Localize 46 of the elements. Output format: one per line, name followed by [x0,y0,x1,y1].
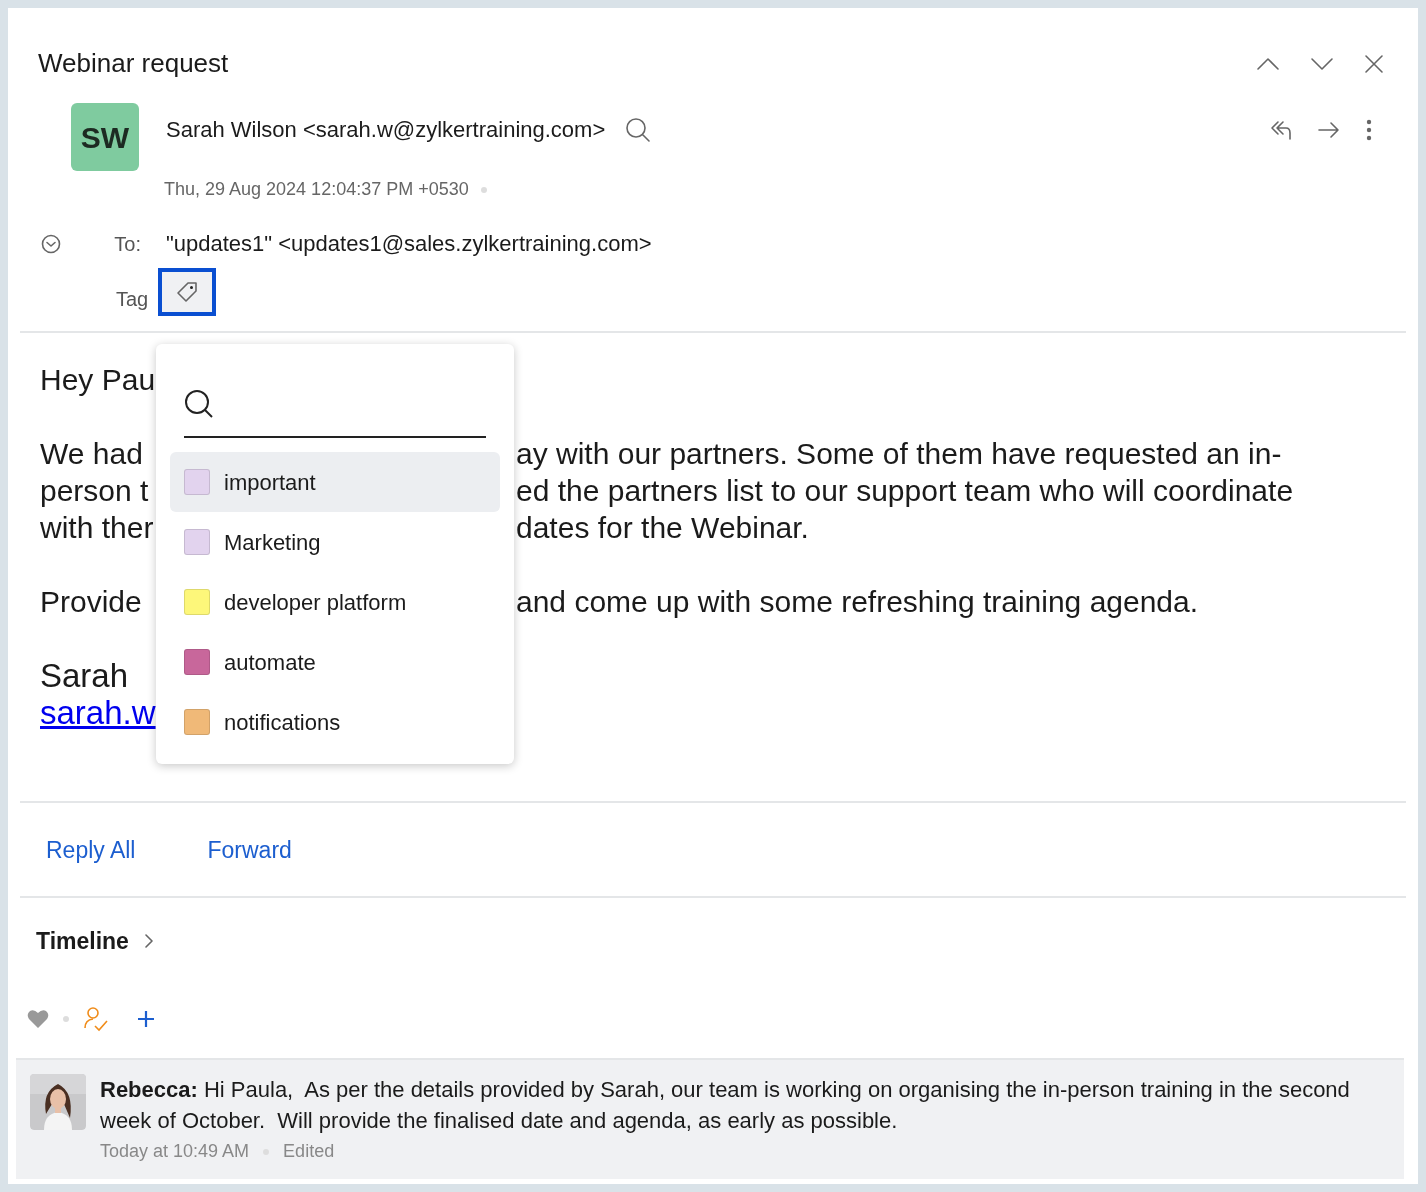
tag-label: Tag [116,287,149,312]
body-text: person t [40,474,149,507]
tag-option[interactable]: notifications [170,692,500,752]
sender-name: Sarah Wilson <sarah.w@zylkertraining.com> [166,116,606,144]
comment-time: Today at 10:49 AM [100,1140,250,1163]
action-link[interactable]: Forward [207,833,292,868]
body-text: Sarah [40,657,129,694]
body-text: dates for the Webinar. [516,510,809,546]
forward-icon[interactable] [1318,120,1340,139]
chevron-right-icon[interactable] [144,933,153,948]
user-check-icon[interactable] [83,1006,109,1032]
recipient: "updates1" <updates1@sales.zylkertraining.com> [166,230,652,258]
body-text: Hey Pau [40,363,156,396]
tag-button[interactable] [158,268,217,316]
comment-text: Rebecca: Hi Paula, As per the details provided by Sarah, our team is working on organising the in-person training in the second week of October. Will provide the finalised date and agenda, as early as possible. [100,1076,1351,1135]
to-label: To: [113,231,141,257]
tag-option[interactable]: important [170,452,500,512]
add-icon[interactable] [137,1010,155,1028]
action-link[interactable]: Reply All [46,833,136,868]
reply-all-icon[interactable] [1270,118,1292,141]
close-icon[interactable] [1364,53,1384,74]
sent-date: Thu, 29 Aug 2024 12:04:37 PM +0530 [164,178,469,201]
timeline-heading: Timeline [36,926,129,956]
tag-icon [176,281,199,303]
more-icon[interactable] [1366,118,1372,141]
chevron-up-icon[interactable] [1256,56,1280,71]
body-text: with ther [40,511,154,544]
separator-dot [63,1016,69,1022]
separator-dot [480,186,487,193]
edited-label: Edited [283,1140,335,1163]
expand-icon[interactable] [41,233,61,254]
body-text: and come up with some refreshing training agenda. [516,584,1199,620]
chevron-down-icon[interactable] [1310,56,1334,71]
email-link[interactable]: sarah.w [40,694,156,731]
body-text: We had [40,437,143,470]
tag-option[interactable]: automate [170,632,500,692]
search-icon[interactable] [625,116,652,143]
tag-option[interactable]: developer platform [170,572,500,632]
heart-icon[interactable] [27,1009,49,1029]
body-text: Provide [40,585,142,618]
tag-option[interactable]: Marketing [170,512,500,572]
email-subject: Webinar request [38,47,229,80]
search-icon [184,389,214,419]
body-text: ed the partners list to our support team who will coordinate [516,473,1294,509]
body-text: ay with our partners. Some of them have requested an in- [516,436,1282,472]
avatar: SW [71,103,139,171]
